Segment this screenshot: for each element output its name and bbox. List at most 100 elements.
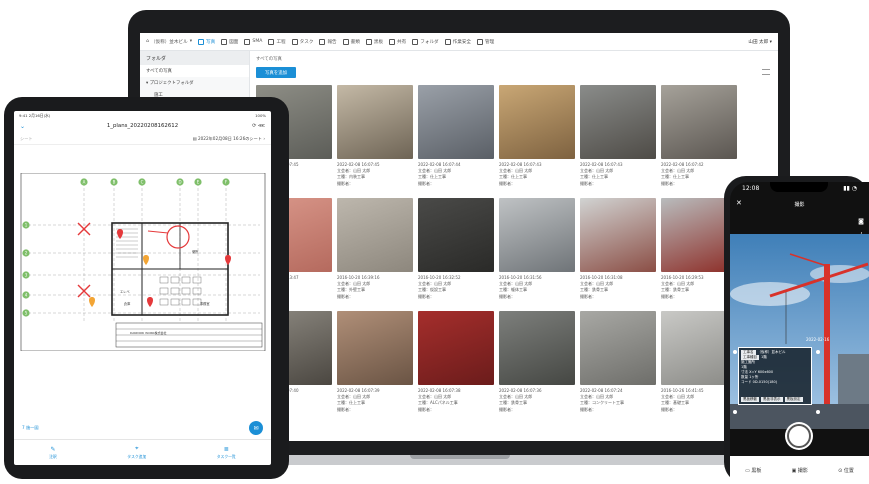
chat-fab[interactable]: ✉: [249, 421, 263, 435]
task-pin-icon[interactable]: [89, 297, 95, 307]
menu-item[interactable]: タスク: [291, 38, 313, 45]
board-settings-button[interactable]: 黒板設定: [784, 397, 803, 402]
menu-item[interactable]: 作業安全: [444, 38, 471, 45]
photo-thumbnail[interactable]: [337, 198, 413, 272]
room-label: エレベ: [120, 290, 130, 294]
menu-icon: [291, 38, 298, 45]
menu-item[interactable]: SMA: [244, 38, 262, 45]
sync-icon[interactable]: ⟳: [252, 123, 256, 129]
close-icon[interactable]: ✕: [736, 199, 742, 207]
sheet-label: シート: [20, 136, 33, 141]
photo-meta-line: 撮影者：: [580, 406, 596, 412]
photo-thumbnail[interactable]: [418, 85, 494, 159]
tab-annotation[interactable]: ✎ 注釈: [49, 446, 57, 460]
photo-card[interactable]: 2022-02-08 16:07:39 立会者：山田 太郎 工種：仕上工事 撮影者：: [337, 311, 413, 413]
photo-thumbnail[interactable]: [418, 311, 494, 385]
tab-add-task[interactable]: ⌖ タスク追加: [127, 445, 146, 460]
tab-location[interactable]: ⊙ 位置: [838, 467, 854, 474]
blackboard-icon: ▭: [745, 467, 750, 474]
menu-item[interactable]: 写真: [198, 38, 215, 45]
photo-card[interactable]: 2022-02-08 16:07:24 立会者：山田 太郎 工種：コンクリート工事撮…: [580, 311, 656, 413]
photo-card[interactable]: 2016-10-20 16:31:56 立会者：山田 太郎 工種：躯体工事 撮影者：: [499, 198, 575, 300]
photo-thumbnail[interactable]: [499, 311, 575, 385]
board-value: 1階: [761, 355, 767, 359]
menu-item[interactable]: 書類: [342, 38, 360, 45]
photo-thumbnail[interactable]: [661, 85, 737, 159]
photo-thumbnail[interactable]: [580, 311, 656, 385]
phone-notch: [770, 182, 828, 192]
main-menu: 写真 図面 SMA 工程 タスク 報告 書類 黒板 共有 フォルダ 作業安全 管理: [198, 38, 494, 45]
sheet-selector[interactable]: ▤ 2022年02月08日 16:26のシート ›: [193, 136, 265, 142]
room-label: 便所: [192, 249, 199, 254]
grid-number: 4: [25, 293, 28, 298]
photo-meta-line: 撮影者：: [418, 293, 434, 299]
pin-icon: ⌖: [135, 445, 139, 452]
board-hide-button[interactable]: 黒板非表示: [761, 397, 783, 402]
folder-item-all[interactable]: すべての写真: [140, 65, 249, 77]
board-move-button[interactable]: 黒板移動: [741, 397, 759, 402]
photo-thumbnail[interactable]: [418, 198, 494, 272]
task-pin-icon[interactable]: [143, 255, 149, 265]
phone-time: 12:08: [742, 185, 760, 192]
photo-card[interactable]: 2016-10-20 16:31:08 立会者：山田 太郎 工種：鉄骨工事 撮影者：: [580, 198, 656, 300]
list-view-icon[interactable]: [762, 69, 770, 75]
menu-icon: [342, 38, 349, 45]
markup-circle[interactable]: [166, 225, 190, 249]
menu-item[interactable]: 黒板: [365, 38, 383, 45]
chevron-down-icon: ▾: [189, 39, 192, 44]
menu-item[interactable]: 工程: [268, 38, 286, 45]
photo-meta: 2022-02-08 16:07:36 立会者：山田 太郎 工種：鉄骨工事 撮影者：: [499, 388, 575, 413]
pencil-icon: ✎: [50, 445, 56, 453]
menu-item[interactable]: フォルダ: [412, 38, 439, 45]
photo-meta: 2022-02-08 16:07:43 立会者：山田 太郎 工種：仕上工事 撮影者：: [499, 162, 575, 187]
share-icon[interactable]: ⋘: [258, 123, 265, 129]
photo-meta-line: 撮影者：: [499, 406, 515, 412]
photo-meta: 2022-02-08 16:07:39 立会者：山田 太郎 工種：仕上工事 撮影者：: [337, 388, 413, 413]
photo-thumbnail[interactable]: [499, 85, 575, 159]
phone-screen: 12:08 ▮▮ ◔ ✕ 撮影 ◙ ϟ 工事名（仮称）並木ビル 工事種目1階 施…: [730, 182, 869, 484]
add-photo-button[interactable]: 写真を追加: [256, 67, 296, 78]
grid-number: 1: [25, 223, 28, 228]
menu-item[interactable]: 管理: [477, 38, 494, 45]
project-selector[interactable]: ⌂ （仮称）並木ビル ▾: [146, 39, 192, 45]
photo-thumbnail[interactable]: [337, 311, 413, 385]
menu-item-label: フォルダ: [420, 39, 439, 45]
floor-plan[interactable]: A B C D E F12345エレベ便所倉庫 事務室DANDORI WORK株式会社: [20, 173, 266, 351]
photo-thumbnail[interactable]: [580, 85, 656, 159]
chevron-down-icon[interactable]: ⌄: [20, 123, 25, 130]
menu-item[interactable]: 共有: [389, 38, 406, 45]
shutter-button[interactable]: [787, 424, 811, 448]
title-block-company: DANDORI WORK株式会社: [130, 330, 167, 335]
crop-handle: [733, 410, 737, 414]
photo-card[interactable]: 2016-10-20 16:32:52 立会者：山田 太郎 工種：仮設工事 撮影者：: [418, 198, 494, 300]
tab-task-list[interactable]: ≣ タスク一覧: [217, 446, 236, 460]
tab-shoot[interactable]: ▣ 撮影: [792, 467, 808, 474]
photo-thumbnail[interactable]: [337, 85, 413, 159]
tablet-status-bar: 9:41 2月16日(水) 100%: [14, 111, 271, 120]
desk: [192, 276, 202, 284]
photo-card[interactable]: 2022-02-08 16:07:43 立会者：山田 太郎 工種：仕上工事 撮影者：: [499, 85, 575, 187]
photo-card[interactable]: 2022-02-08 16:07:45立会者：山田 太郎工種：内装工事撮影者：: [337, 85, 413, 187]
task-pin-icon[interactable]: [117, 229, 123, 239]
photo-card[interactable]: 2022-02-08 16:07:36 立会者：山田 太郎 工種：鉄骨工事 撮影者：: [499, 311, 575, 413]
menu-item[interactable]: 報告: [319, 38, 337, 45]
photo-card[interactable]: 2022-02-08 16:07:42 立会者：山田 太郎 工種：仕上工事 撮影者：: [661, 85, 737, 187]
tab-blackboard[interactable]: ▭ 黒板: [745, 467, 761, 474]
menu-item[interactable]: 図面: [221, 38, 238, 45]
user-menu[interactable]: 山田 太郎 ▾: [748, 39, 772, 45]
folder-heading: フォルダ: [140, 51, 249, 65]
photo-card[interactable]: 2022-02-08 16:07:44 立会者：山田 太郎 工種：仕上工事 撮影者：: [418, 85, 494, 187]
grid-number: 3: [25, 273, 28, 278]
crop-handle: [816, 410, 820, 414]
photo-card[interactable]: 2016-10-20 16:39:16 立会者：山田 太郎 工種：外壁工事 撮影者：: [337, 198, 413, 300]
markup-arrow[interactable]: [147, 230, 169, 234]
photo-card[interactable]: 2022-02-08 16:07:43 立会者：山田 太郎 工種：仕上工事 撮影者：: [580, 85, 656, 187]
folder-item-project[interactable]: ▾ プロジェクトフォルダ: [140, 77, 249, 89]
task-pin-icon[interactable]: [147, 297, 153, 307]
photo-thumbnail[interactable]: [499, 198, 575, 272]
electronic-blackboard[interactable]: 工事名 （仮称）並木ビル 工事種目 1階 施工箇所 1階 寸法 X=Y 600x60…: [738, 347, 812, 405]
photo-thumbnail[interactable]: [580, 198, 656, 272]
camera-switch-icon[interactable]: ◙: [858, 218, 864, 225]
photo-card[interactable]: 2022-02-08 16:07:38 立会者：山田 太郎 工種：ALCパネル工事撮…: [418, 311, 494, 413]
drawing-link[interactable]: 7 施一図: [22, 425, 39, 431]
